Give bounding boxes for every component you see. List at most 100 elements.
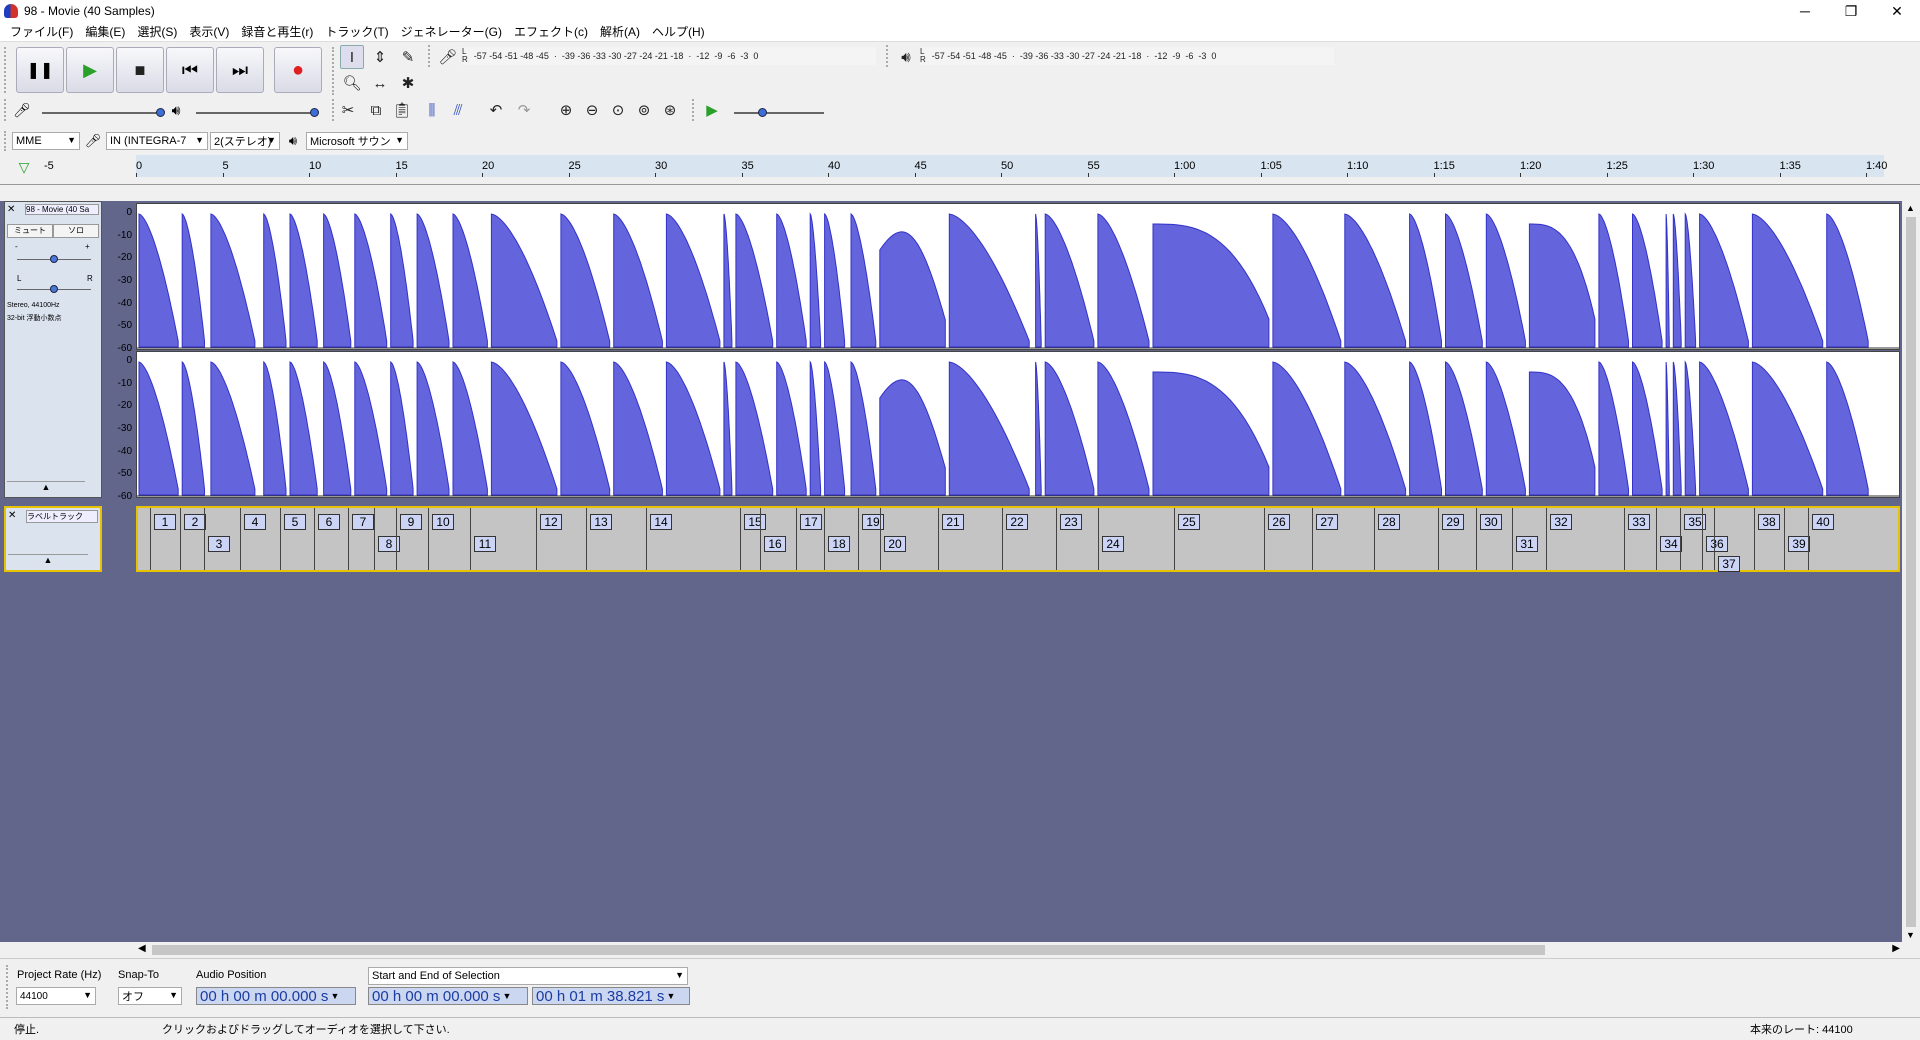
label-10[interactable]: 10 (432, 514, 454, 530)
silence-icon[interactable]: ⫻ (446, 98, 470, 122)
snap-to-select[interactable]: オフ ▼ (118, 987, 182, 1005)
label-28[interactable]: 28 (1378, 514, 1400, 530)
label-2[interactable]: 2 (184, 514, 206, 530)
label-14[interactable]: 14 (650, 514, 672, 530)
tools-grip[interactable] (332, 47, 338, 95)
label-13[interactable]: 13 (590, 514, 612, 530)
close-button[interactable]: ✕ (1874, 0, 1920, 22)
track-close-icon[interactable]: ✕ (7, 204, 15, 215)
menu-analyze[interactable]: 解析(A) (594, 23, 646, 40)
selection-mode-select[interactable]: Start and End of Selection ▼ (368, 967, 688, 985)
scroll-left-icon[interactable]: ◀ (138, 943, 146, 954)
zoom-out-icon[interactable]: ⊖ (580, 98, 604, 122)
audio-track-control-panel[interactable]: ✕ 98 - Movie (40 Sa ミュート ソロ - + L R Ster… (4, 201, 102, 498)
label-21[interactable]: 21 (942, 514, 964, 530)
scroll-down-icon[interactable]: ▼ (1906, 930, 1915, 940)
pan-slider[interactable] (17, 285, 91, 293)
label-track[interactable]: 1 2 3 4 5 6 7 8 9 10 11 12 13 14 15 16 17 18 19 20 21 22 23 24 2… (136, 506, 1900, 572)
label-9[interactable]: 9 (400, 514, 422, 530)
solo-button[interactable]: ソロ (53, 224, 99, 238)
waveform-left-channel[interactable] (136, 203, 1900, 350)
menu-generate[interactable]: ジェネレーター(G) (395, 23, 508, 40)
multi-tool-icon[interactable]: ✱ (396, 71, 420, 95)
copy-icon[interactable]: ⧉ (364, 98, 388, 122)
horizontal-scroll-thumb[interactable] (152, 945, 1545, 955)
zoom-tool-icon[interactable]: 🔍︎ (340, 71, 364, 95)
vertical-scrollbar[interactable]: ▲ ▼ (1902, 201, 1920, 942)
trim-icon[interactable]: ⫼ (420, 98, 444, 122)
label-track-name-menu[interactable]: ラベルトラック (26, 510, 98, 523)
device-grip[interactable] (4, 131, 10, 151)
label-34[interactable]: 34 (1660, 536, 1682, 552)
waveform-right-channel[interactable] (136, 351, 1900, 498)
menu-help[interactable]: ヘルプ(H) (646, 23, 711, 40)
mixer-grip[interactable] (4, 99, 10, 121)
project-rate-select[interactable]: 44100 ▼ (16, 987, 96, 1005)
label-29[interactable]: 29 (1442, 514, 1464, 530)
label-30[interactable]: 30 (1480, 514, 1502, 530)
playback-volume-slider[interactable] (196, 108, 319, 117)
play-meter-grip[interactable] (886, 45, 892, 67)
fit-project-icon[interactable]: ⊚ (632, 98, 656, 122)
toolbar-grip[interactable] (4, 47, 10, 93)
label-32[interactable]: 32 (1550, 514, 1572, 530)
fit-selection-icon[interactable]: ⊙ (606, 98, 630, 122)
selection-end-time[interactable]: 00 h 01 m 38.821 s ▼ (532, 987, 690, 1005)
playback-meter[interactable]: L R -57 -54 -51 -48 -45 · -39 -36 -33 -3… (920, 47, 1334, 65)
rec-meter-grip[interactable] (428, 45, 434, 67)
selection-tool-icon[interactable]: I (340, 45, 364, 69)
label-1[interactable]: 1 (154, 514, 176, 530)
menu-file[interactable]: ファイル(F) (4, 23, 79, 40)
gain-slider[interactable] (17, 255, 91, 263)
track-name-menu[interactable]: 98 - Movie (40 Sa (25, 204, 99, 215)
selection-start-time[interactable]: 00 h 00 m 00.000 s ▼ (368, 987, 528, 1005)
label-16[interactable]: 16 (764, 536, 786, 552)
minimize-button[interactable]: ─ (1782, 0, 1828, 22)
label-37[interactable]: 37 (1718, 556, 1740, 572)
mute-button[interactable]: ミュート (7, 224, 53, 238)
selection-toolbar-grip[interactable] (6, 965, 12, 1009)
label-22[interactable]: 22 (1006, 514, 1028, 530)
label-11[interactable]: 11 (474, 536, 496, 552)
label-36[interactable]: 36 (1706, 536, 1728, 552)
label-26[interactable]: 26 (1268, 514, 1290, 530)
channels-select[interactable]: 2(ステレオ) ▼ (210, 132, 280, 150)
label-27[interactable]: 27 (1316, 514, 1338, 530)
zoom-in-icon[interactable]: ⊕ (554, 98, 578, 122)
label-3[interactable]: 3 (208, 536, 230, 552)
draw-tool-icon[interactable]: ✎ (396, 45, 420, 69)
output-device-select[interactable]: Microsoft サウン ▼ (306, 132, 408, 150)
label-6[interactable]: 6 (318, 514, 340, 530)
scroll-right-icon[interactable]: ▶ (1892, 943, 1900, 954)
undo-icon[interactable]: ↶ (484, 98, 508, 122)
label-24[interactable]: 24 (1102, 536, 1124, 552)
audio-host-select[interactable]: MME ▼ (12, 132, 80, 150)
pause-button[interactable]: ❚❚ (16, 47, 64, 93)
redo-icon[interactable]: ↷ (512, 98, 536, 122)
speaker-icon[interactable]: 🔊︎ (894, 45, 918, 69)
menu-tracks[interactable]: トラック(T) (319, 23, 394, 40)
label-track-control-panel[interactable]: ✕ ラベルトラック ▲ (4, 506, 102, 572)
horizontal-scrollbar[interactable]: ◀ ▶ (136, 942, 1902, 958)
record-button[interactable]: ● (274, 47, 322, 93)
microphone-icon[interactable]: 🎤︎ (436, 45, 460, 69)
maximize-button[interactable]: ❐ (1828, 0, 1874, 22)
audio-position-time[interactable]: 00 h 00 m 00.000 s ▼ (196, 987, 356, 1005)
playspeed-grip[interactable] (692, 99, 698, 121)
skip-to-start-button[interactable]: ⏮ (166, 47, 214, 93)
scroll-up-icon[interactable]: ▲ (1906, 203, 1915, 213)
menu-edit[interactable]: 編集(E) (79, 23, 131, 40)
label-7[interactable]: 7 (352, 514, 374, 530)
ruler-bar[interactable]: 0 5 10 15 20 25 30 35 40 45 50 55 1:00 1:05 1:10 1:15 1:… (136, 155, 1887, 177)
label-12[interactable]: 12 (540, 514, 562, 530)
paste-icon[interactable]: 📋︎ (390, 98, 414, 122)
collapse-track-icon[interactable]: ▲ (7, 481, 85, 495)
envelope-tool-icon[interactable]: ⇕ (368, 45, 392, 69)
label-23[interactable]: 23 (1060, 514, 1082, 530)
input-device-select[interactable]: IN (INTEGRA-7 ▼ (106, 132, 208, 150)
tracks-area[interactable]: ✕ 98 - Movie (40 Sa ミュート ソロ - + L R Ster… (0, 201, 1902, 942)
stop-button[interactable]: ■ (116, 47, 164, 93)
label-15[interactable]: 15 (744, 514, 766, 530)
label-20[interactable]: 20 (884, 536, 906, 552)
vertical-scroll-thumb[interactable] (1906, 217, 1916, 927)
